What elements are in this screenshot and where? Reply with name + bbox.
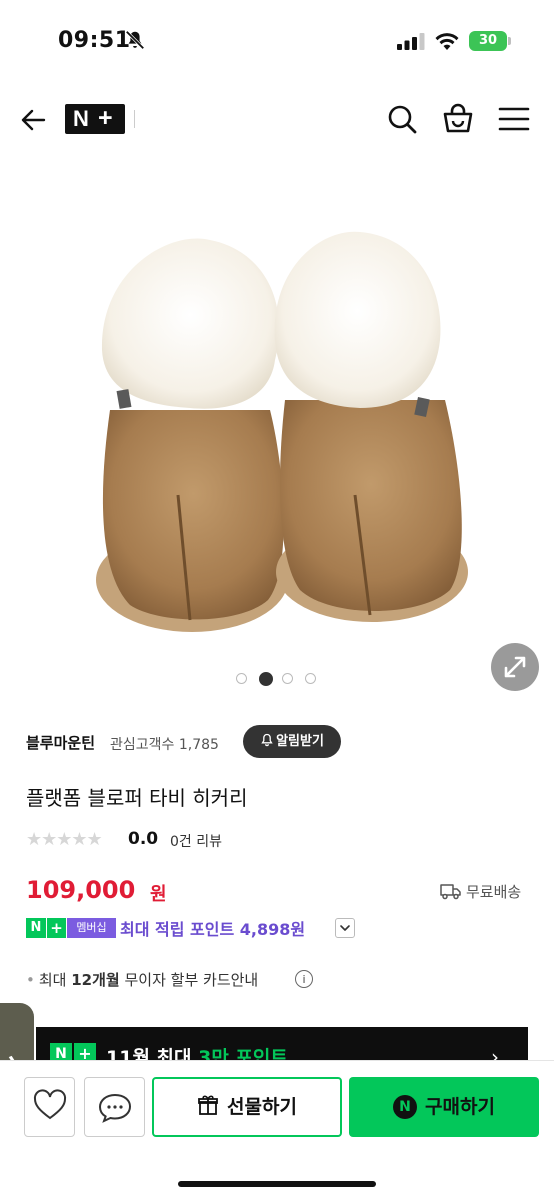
pagination-dot[interactable] xyxy=(282,673,293,684)
status-time: 09:51 xyxy=(58,28,131,53)
bell-muted-icon xyxy=(125,30,145,50)
home-indicator xyxy=(178,1181,376,1187)
interest-count: 관심고객수 1,785 xyxy=(110,737,219,753)
max-points: 최대 적립 포인트 4,898원 xyxy=(120,920,306,939)
menu-icon[interactable] xyxy=(498,105,530,133)
battery-level: 30 xyxy=(478,33,498,48)
expand-arrows-icon xyxy=(504,656,526,678)
pagination-dot[interactable] xyxy=(305,673,316,684)
gift-button[interactable]: 선물하기 xyxy=(152,1077,342,1137)
chevron-down-icon xyxy=(340,925,350,931)
back-arrow-icon[interactable] xyxy=(18,105,48,135)
naver-plus-store-logo[interactable]: N + xyxy=(65,104,125,134)
rating-value: 0.0 xyxy=(128,829,159,849)
shopping-bag-icon[interactable] xyxy=(441,102,475,136)
buy-button[interactable]: N 구매하기 xyxy=(349,1077,539,1137)
product-image[interactable] xyxy=(0,150,554,680)
badge-plus: + xyxy=(46,918,66,938)
talktalk-button[interactable] xyxy=(84,1077,145,1137)
expand-image-button[interactable] xyxy=(491,643,539,691)
installment-months: 12개월 xyxy=(71,971,120,989)
gift-label: 선물하기 xyxy=(227,1096,297,1118)
product-title: 플랫폼 블로퍼 타비 히커리 xyxy=(26,786,248,810)
pagination-dot[interactable] xyxy=(236,673,247,684)
price-unit: 원 xyxy=(150,884,167,905)
chat-bubble-icon xyxy=(98,1093,132,1123)
battery-indicator: 30 xyxy=(469,31,507,51)
pagination-dot-active[interactable] xyxy=(259,672,273,686)
logo-divider xyxy=(134,110,135,128)
store-name[interactable]: 블루마운틴 xyxy=(26,732,95,753)
gift-icon xyxy=(198,1095,218,1115)
badge-text: 멤버십 xyxy=(67,918,116,938)
subscribe-alarm-button[interactable]: 알림받기 xyxy=(243,725,341,758)
truck-icon xyxy=(440,884,461,900)
bell-plus-icon xyxy=(261,733,273,747)
top-nav: N + xyxy=(0,90,554,148)
wifi-icon xyxy=(435,33,459,50)
slipper-illustration xyxy=(96,231,468,632)
logo-n: N xyxy=(73,106,89,131)
info-icon[interactable]: i xyxy=(295,970,313,988)
cell-signal-icon xyxy=(397,33,425,50)
alarm-label: 알림받기 xyxy=(276,734,324,749)
points-dropdown-button[interactable] xyxy=(335,918,355,938)
search-icon[interactable] xyxy=(386,103,418,135)
wishlist-button[interactable] xyxy=(24,1077,75,1137)
shipping-info: 무료배송 xyxy=(466,883,522,901)
bottom-action-bar: 선물하기 N 구매하기 xyxy=(0,1060,554,1201)
battery-nub xyxy=(508,37,511,45)
installment-info[interactable]: • 최대 12개월 무이자 할부 카드안내 xyxy=(26,969,258,990)
logo-plus: + xyxy=(98,104,113,132)
star-rating-icon: ★★★★★ xyxy=(26,829,103,850)
naver-pay-icon: N xyxy=(393,1095,418,1119)
installment-suffix: 무이자 할부 카드안내 xyxy=(119,971,259,989)
buy-label: 구매하기 xyxy=(425,1096,495,1118)
bullet: • xyxy=(26,971,35,989)
review-count[interactable]: 0건 리뷰 xyxy=(170,831,222,851)
heart-icon xyxy=(33,1089,67,1120)
status-bar: 09:51 30 xyxy=(0,0,554,86)
installment-prefix: 최대 xyxy=(38,971,72,989)
membership-badge: N + 멤버십 xyxy=(26,918,116,938)
badge-n: N xyxy=(26,918,46,938)
price: 109,000 xyxy=(26,876,136,904)
